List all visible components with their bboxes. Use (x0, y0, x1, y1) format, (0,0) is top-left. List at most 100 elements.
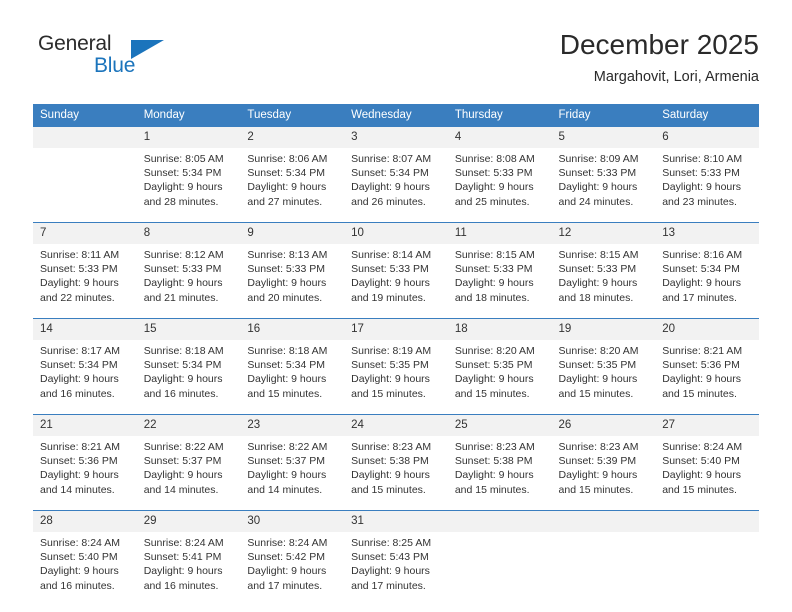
day-number: 19 (551, 319, 656, 340)
day-number: 1 (136, 127, 241, 148)
daylight-duration-line2: and 26 minutes. (351, 195, 426, 208)
calendar-day-cell[interactable]: 31 Sunrise: 8:25 AM Sunset: 5:43 PM Dayligh… (344, 510, 448, 606)
calendar-week-row: 14 Sunrise: 8:17 AM Sunset: 5:34 PM Dayligh… (33, 318, 759, 415)
calendar-day-cell[interactable]: 25 Sunrise: 8:23 AM Sunset: 5:38 PM Dayligh… (447, 414, 552, 511)
location-subtitle: Margahovit, Lori, Armenia (593, 69, 759, 85)
calendar-day-cell[interactable]: 28 Sunrise: 8:24 AM Sunset: 5:40 PM Dayligh… (33, 510, 137, 606)
day-details: Sunrise: 8:11 AM Sunset: 5:33 PM Daylight:… (33, 244, 137, 318)
daylight-duration-line2: and 19 minutes. (351, 291, 426, 304)
daylight-duration-line1: Daylight: 9 hours (558, 373, 638, 386)
calendar-day-cell[interactable]: 1 Sunrise: 8:05 AM Sunset: 5:34 PM Daylight… (136, 126, 241, 223)
calendar-day-cell[interactable]: 17 Sunrise: 8:19 AM Sunset: 5:35 PM Dayligh… (344, 318, 448, 415)
daylight-duration-line1: Daylight: 9 hours (40, 565, 119, 578)
calendar-day-cell[interactable]: 23 Sunrise: 8:22 AM Sunset: 5:37 PM Dayligh… (240, 414, 345, 511)
sunrise-time: Sunrise: 8:17 AM (40, 345, 120, 357)
triangle-icon (131, 40, 164, 59)
daylight-duration-line1: Daylight: 9 hours (662, 373, 742, 386)
calendar-day-cell[interactable]: 19 Sunrise: 8:20 AM Sunset: 5:35 PM Dayligh… (551, 318, 656, 415)
calendar-day-cell[interactable]: 20 Sunrise: 8:21 AM Sunset: 5:36 PM Dayligh… (655, 318, 759, 415)
sunset-time: Sunset: 5:34 PM (143, 167, 222, 180)
calendar-header-row: Sunday Monday Tuesday Wednesday Thursday… (33, 104, 759, 127)
calendar-day-cell[interactable]: 21 Sunrise: 8:21 AM Sunset: 5:36 PM Dayligh… (33, 414, 137, 511)
calendar-day-cell-empty (551, 510, 656, 606)
sunset-time: Sunset: 5:36 PM (40, 455, 118, 468)
calendar-day-cell[interactable]: 24 Sunrise: 8:23 AM Sunset: 5:38 PM Dayligh… (344, 414, 448, 511)
calendar-day-cell[interactable]: 11 Sunrise: 8:15 AM Sunset: 5:33 PM Dayligh… (447, 222, 552, 319)
daylight-duration-line1: Daylight: 9 hours (558, 181, 638, 194)
day-number: 27 (655, 415, 759, 436)
day-number: 2 (240, 127, 345, 148)
day-details: Sunrise: 8:24 AM Sunset: 5:40 PM Daylight:… (655, 436, 759, 510)
calendar-day-cell[interactable]: 9 Sunrise: 8:13 AM Sunset: 5:33 PM Daylight… (240, 222, 345, 319)
day-details: Sunrise: 8:12 AM Sunset: 5:33 PM Daylight:… (137, 244, 241, 318)
day-details: Sunrise: 8:18 AM Sunset: 5:34 PM Daylight:… (240, 340, 344, 414)
calendar-day-cell[interactable]: 30 Sunrise: 8:24 AM Sunset: 5:42 PM Dayligh… (240, 510, 345, 606)
sunrise-time: Sunrise: 8:13 AM (247, 249, 328, 261)
calendar-day-cell[interactable]: 8 Sunrise: 8:12 AM Sunset: 5:33 PM Daylight… (136, 222, 241, 319)
calendar-day-cell[interactable]: 2 Sunrise: 8:06 AM Sunset: 5:34 PM Daylight… (240, 126, 345, 223)
calendar-week-row: 28 Sunrise: 8:24 AM Sunset: 5:40 PM Dayligh… (33, 510, 759, 606)
sunset-time: Sunset: 5:33 PM (454, 263, 533, 276)
calendar-day-cell[interactable]: 7 Sunrise: 8:11 AM Sunset: 5:33 PM Daylight… (33, 222, 137, 319)
calendar-day-cell[interactable]: 29 Sunrise: 8:24 AM Sunset: 5:41 PM Dayligh… (136, 510, 241, 606)
sunrise-time: Sunrise: 8:07 AM (351, 153, 432, 165)
day-details: Sunrise: 8:15 AM Sunset: 5:33 PM Daylight:… (448, 244, 552, 318)
daylight-duration-line1: Daylight: 9 hours (40, 373, 119, 386)
calendar-day-cell[interactable]: 26 Sunrise: 8:23 AM Sunset: 5:39 PM Dayligh… (551, 414, 656, 511)
daylight-duration-line1: Daylight: 9 hours (247, 277, 327, 290)
day-number: 29 (136, 511, 241, 532)
weekday-header-tuesday: Tuesday (240, 104, 345, 127)
calendar-day-cell[interactable]: 4 Sunrise: 8:08 AM Sunset: 5:33 PM Daylight… (447, 126, 552, 223)
daylight-duration-line2: and 18 minutes. (558, 291, 634, 304)
calendar-day-cell[interactable]: 12 Sunrise: 8:15 AM Sunset: 5:33 PM Dayligh… (551, 222, 656, 319)
calendar-day-cell[interactable]: 18 Sunrise: 8:20 AM Sunset: 5:35 PM Dayligh… (447, 318, 552, 415)
calendar-day-cell-empty (655, 510, 759, 606)
sunrise-time: Sunrise: 8:23 AM (351, 441, 432, 453)
sunset-time: Sunset: 5:34 PM (247, 359, 326, 372)
calendar-day-cell[interactable]: 14 Sunrise: 8:17 AM Sunset: 5:34 PM Dayligh… (33, 318, 137, 415)
daylight-duration-line2: and 24 minutes. (558, 195, 634, 208)
calendar-page: General Blue December 2025 Margahovit, L… (0, 0, 792, 612)
calendar-day-cell[interactable]: 27 Sunrise: 8:24 AM Sunset: 5:40 PM Dayligh… (655, 414, 759, 511)
daylight-duration-line2: and 16 minutes. (143, 387, 219, 400)
sunrise-time: Sunrise: 8:11 AM (40, 249, 120, 261)
calendar-day-cell-empty (447, 510, 552, 606)
sunrise-time: Sunrise: 8:23 AM (558, 441, 639, 453)
calendar-day-cell[interactable]: 15 Sunrise: 8:18 AM Sunset: 5:34 PM Dayligh… (136, 318, 241, 415)
sunset-time: Sunset: 5:33 PM (351, 263, 429, 276)
daylight-duration-line1: Daylight: 9 hours (143, 469, 223, 482)
calendar-day-cell[interactable]: 3 Sunrise: 8:07 AM Sunset: 5:34 PM Daylight… (344, 126, 448, 223)
daylight-duration-line2: and 14 minutes. (143, 483, 219, 496)
day-details (552, 532, 656, 606)
calendar-day-cell[interactable]: 22 Sunrise: 8:22 AM Sunset: 5:37 PM Dayligh… (136, 414, 241, 511)
sunrise-time: Sunrise: 8:24 AM (662, 441, 743, 453)
sunrise-time: Sunrise: 8:20 AM (454, 345, 535, 357)
calendar-day-cell[interactable]: 13 Sunrise: 8:16 AM Sunset: 5:34 PM Dayligh… (655, 222, 759, 319)
sunset-time: Sunset: 5:42 PM (247, 551, 326, 564)
daylight-duration-line1: Daylight: 9 hours (351, 373, 430, 386)
calendar-day-cell[interactable]: 10 Sunrise: 8:14 AM Sunset: 5:33 PM Dayligh… (344, 222, 448, 319)
sunset-time: Sunset: 5:33 PM (558, 263, 637, 276)
generalblue-logo[interactable]: General Blue (38, 32, 188, 90)
day-number: 22 (136, 415, 241, 436)
page-header: General Blue December 2025 Margahovit, L… (33, 28, 759, 98)
daylight-duration-line1: Daylight: 9 hours (454, 181, 534, 194)
daylight-duration-line1: Daylight: 9 hours (247, 373, 327, 386)
daylight-duration-line1: Daylight: 9 hours (143, 277, 223, 290)
calendar-day-cell[interactable]: 5 Sunrise: 8:09 AM Sunset: 5:33 PM Daylight… (551, 126, 656, 223)
day-details: Sunrise: 8:15 AM Sunset: 5:33 PM Daylight:… (552, 244, 656, 318)
weekday-header-monday: Monday (136, 104, 241, 127)
calendar-body: 1 Sunrise: 8:05 AM Sunset: 5:34 PM Daylight… (33, 126, 759, 606)
daylight-duration-line1: Daylight: 9 hours (143, 373, 223, 386)
day-number (33, 127, 137, 148)
daylight-duration-line2: and 15 minutes. (454, 387, 530, 400)
daylight-duration-line2: and 28 minutes. (143, 195, 219, 208)
daylight-duration-line1: Daylight: 9 hours (662, 469, 742, 482)
daylight-duration-line2: and 21 minutes. (143, 291, 219, 304)
day-number: 12 (551, 223, 656, 244)
sunrise-time: Sunrise: 8:18 AM (247, 345, 328, 357)
day-number: 31 (344, 511, 448, 532)
calendar-day-cell[interactable]: 6 Sunrise: 8:10 AM Sunset: 5:33 PM Daylight… (655, 126, 759, 223)
calendar-day-cell[interactable]: 16 Sunrise: 8:18 AM Sunset: 5:34 PM Dayligh… (240, 318, 345, 415)
sunset-time: Sunset: 5:37 PM (143, 455, 222, 468)
